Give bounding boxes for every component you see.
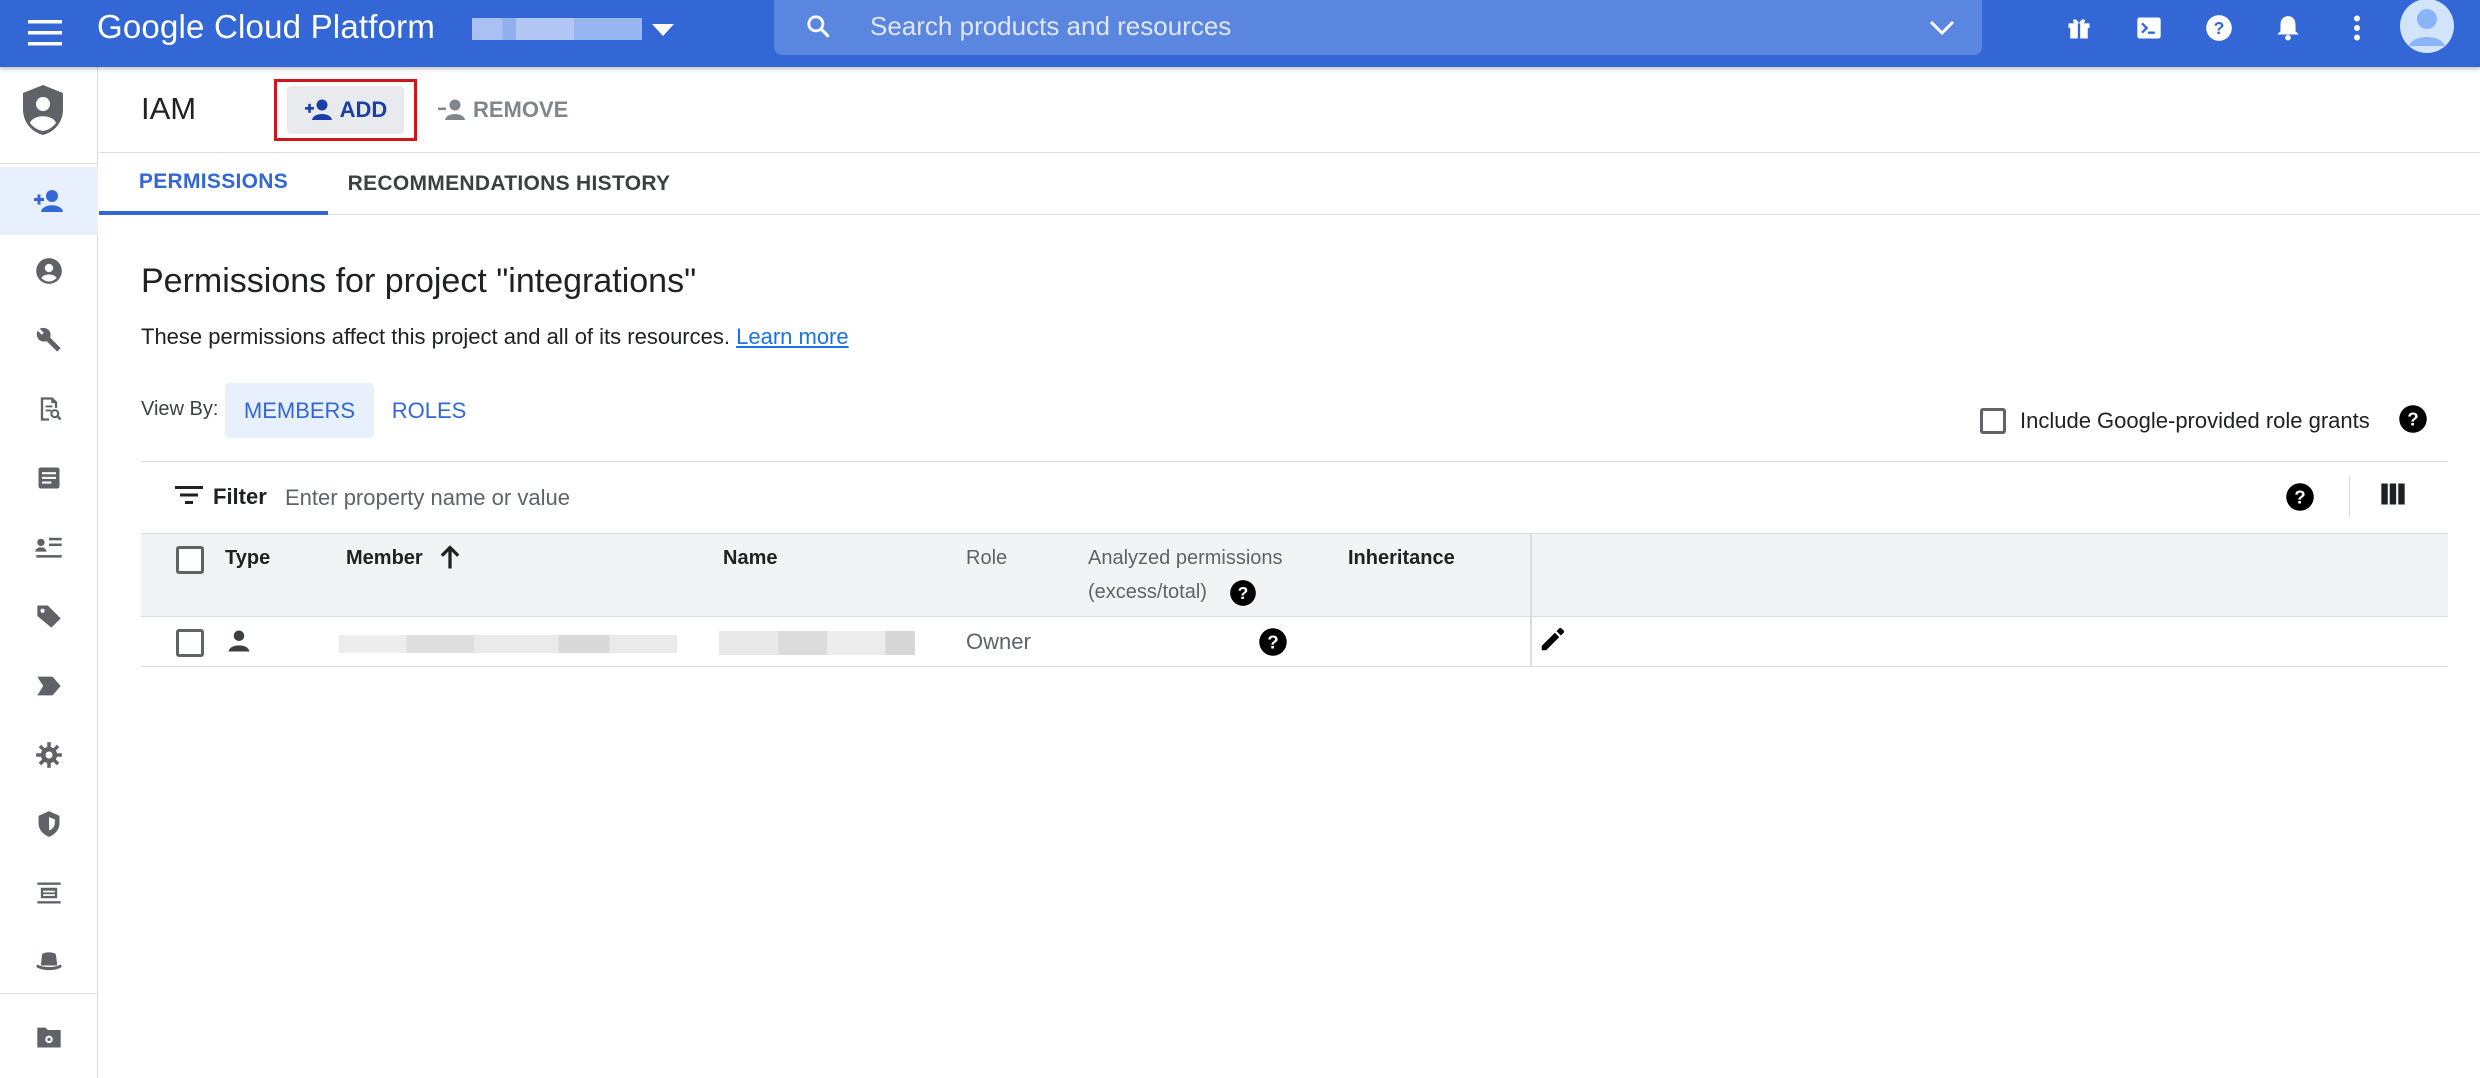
notifications-bell-icon[interactable] [2268,8,2308,48]
gear-icon [36,742,62,768]
view-by-roles-button[interactable]: ROLES [379,383,479,438]
account-circle-icon [36,258,62,284]
nav-separator [0,163,98,164]
proxy-list-icon [37,882,61,904]
hamburger-menu-icon[interactable] [20,8,70,58]
hat-icon [36,952,62,971]
project-selector[interactable] [472,18,642,40]
top-bar: Google Cloud Platform ? [0,0,2480,67]
nav-item-troubleshooter[interactable] [0,306,98,374]
help-icon[interactable]: ? [1258,627,1288,657]
person-remove-icon [438,99,465,120]
tab-permissions[interactable]: PERMISSIONS [99,153,328,215]
member-name-redacted [719,631,915,655]
select-all-checkbox[interactable] [176,546,204,574]
svg-text:?: ? [2294,486,2305,507]
column-header-type[interactable]: Type [225,547,270,570]
article-icon [38,467,60,489]
search-input[interactable] [870,6,1870,46]
include-google-grants[interactable]: Include Google-provided role grants [1980,408,2370,434]
learn-more-link[interactable]: Learn more [736,324,849,349]
nav-item-workload-identity[interactable] [0,928,98,996]
left-navigation [0,67,98,1078]
tag-arrow-icon [37,676,61,696]
nav-item-policy-analyzer[interactable] [0,375,98,443]
sort-ascending-arrow-icon[interactable] [436,544,468,576]
policy-search-icon [40,397,62,421]
filter-label[interactable]: Filter [213,484,267,510]
nav-item-service-accounts[interactable] [0,513,98,581]
section-description: These permissions affect this project an… [141,324,849,350]
tab-bar: PERMISSIONS RECOMMENDATIONS HISTORY [99,153,2480,215]
nav-item-organization-policies[interactable] [0,444,98,512]
more-vert-icon[interactable] [2337,8,2377,48]
filter-input[interactable] [285,478,1285,518]
nav-item-identity-aware-proxy[interactable] [0,859,98,927]
nav-item-settings[interactable] [0,721,98,789]
product-brand[interactable]: Google Cloud Platform [97,7,435,47]
tab-recommendations-history[interactable]: RECOMMENDATIONS HISTORY [339,153,679,215]
column-header-analyzed-subtitle: (excess/total) [1088,581,1207,603]
person-add-icon [304,99,332,120]
add-button-highlight: ADD [274,79,417,141]
cloud-shell-icon[interactable] [2129,8,2169,48]
column-header-member[interactable]: Member [346,547,423,570]
table-row: Owner ? [141,617,2448,667]
member-email-redacted [339,635,677,653]
add-button-label: ADD [339,97,388,122]
column-header-inheritance[interactable]: Inheritance [1348,547,1455,570]
edit-pencil-icon[interactable] [1538,624,1572,658]
row-checkbox[interactable] [176,629,204,657]
help-icon[interactable]: ? [1229,579,1257,607]
column-header-analyzed-permissions[interactable]: Analyzed permissions [1088,547,1283,570]
filter-bar: Filter ? [141,461,2448,533]
add-button[interactable]: ADD [287,86,404,134]
account-avatar[interactable] [2396,0,2458,54]
gift-icon[interactable] [2059,8,2099,48]
action-bar: IAM ADD REMOVE [99,67,2480,153]
person-add-icon [34,190,63,212]
filter-list-icon[interactable] [175,484,205,514]
table-header: Type Member Name Role Analyzed permissio… [141,533,2448,617]
nav-item-tags[interactable] [0,652,98,720]
include-google-grants-label: Include Google-provided role grants [2020,408,2370,433]
section-heading: Permissions for project "integrations" [141,262,697,300]
caret-down-icon[interactable] [645,12,681,48]
service-account-icon [35,537,62,558]
chevron-down-icon[interactable] [1922,8,1962,48]
remove-button-label: REMOVE [473,97,569,122]
svg-text:?: ? [1267,631,1278,652]
column-display-icon[interactable] [2379,480,2415,516]
iam-shield-logo-icon [20,83,70,139]
toolbar-divider [2349,476,2350,518]
help-icon[interactable]: ? [2398,404,2428,434]
column-header-name[interactable]: Name [723,547,777,570]
page-title: IAM [141,91,197,126]
remove-button[interactable]: REMOVE [437,87,568,133]
wrench-icon [36,327,61,352]
role-cell: Owner [966,629,1031,654]
view-by-label: View By: [141,398,219,420]
help-icon[interactable]: ? [2285,482,2317,514]
svg-text:?: ? [1238,583,1249,603]
nav-item-iam[interactable] [0,167,98,235]
nav-item-identity[interactable] [0,237,98,305]
help-icon[interactable]: ? [2199,8,2239,48]
include-google-grants-checkbox[interactable] [1980,408,2006,434]
label-tag-icon [37,605,61,628]
view-by-members-button[interactable]: MEMBERS [225,383,374,438]
search-icon[interactable] [798,6,838,46]
person-icon [225,627,255,657]
description-text: These permissions affect this project an… [141,324,730,349]
folder-settings-icon [37,1027,61,1048]
nav-item-labels[interactable] [0,582,98,650]
nav-item-privacy-security[interactable] [0,790,98,858]
nav-separator [0,993,98,994]
svg-text:?: ? [2407,408,2418,429]
nav-item-manage-resources[interactable] [0,1003,98,1071]
column-header-role[interactable]: Role [966,547,1007,570]
svg-text:?: ? [2214,18,2225,38]
shield-icon [38,811,60,837]
